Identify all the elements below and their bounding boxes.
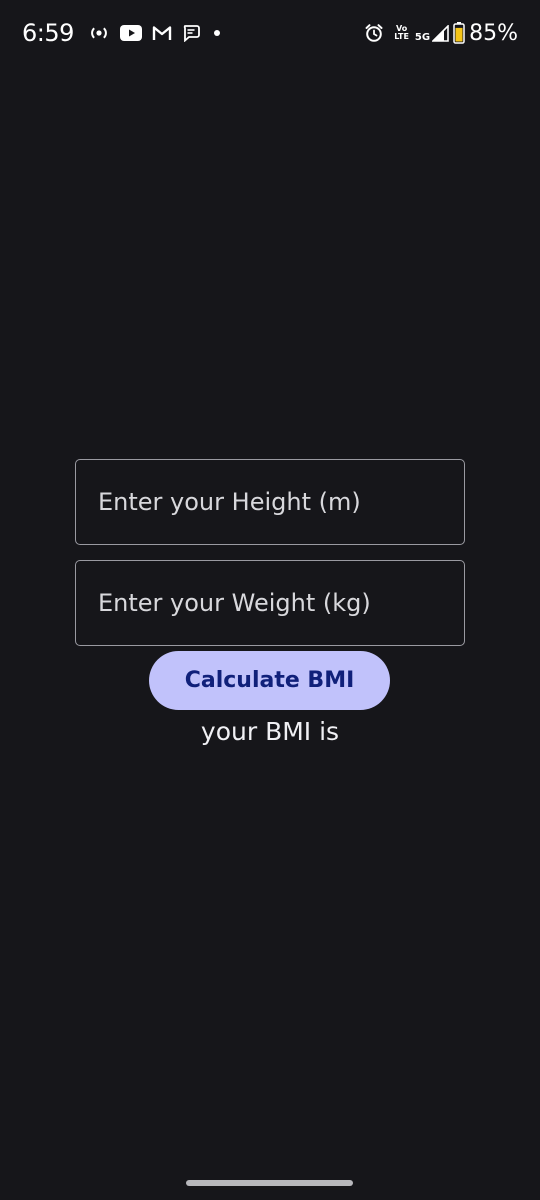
signal-icon: [432, 24, 449, 42]
navigation-handle[interactable]: [186, 1180, 353, 1186]
gmail-icon: [152, 25, 172, 41]
height-input[interactable]: [76, 460, 464, 544]
volte-bottom-label: LTE: [394, 32, 409, 41]
notification-dot-icon: [213, 30, 220, 36]
messages-icon: [182, 24, 200, 42]
weight-field[interactable]: [75, 560, 465, 646]
volte-indicator: Vo LTE: [394, 25, 409, 41]
weight-input[interactable]: [76, 561, 464, 645]
battery-percent: 85%: [469, 20, 518, 46]
status-bar: 6:59 Vo LTE 5G 85%: [0, 0, 540, 64]
battery-icon: [453, 22, 465, 44]
status-bar-left: 6:59: [22, 18, 220, 48]
network-type-label: 5G: [414, 32, 431, 43]
youtube-icon: [119, 25, 142, 41]
status-bar-right: Vo LTE 5G 85%: [364, 18, 518, 48]
clock: 6:59: [22, 19, 74, 47]
alarm-icon: [364, 23, 384, 43]
height-field[interactable]: [75, 459, 465, 545]
hotspot-icon: [88, 25, 110, 41]
calculate-bmi-button[interactable]: Calculate BMI: [149, 651, 390, 710]
bmi-result-text: your BMI is: [200, 717, 340, 746]
